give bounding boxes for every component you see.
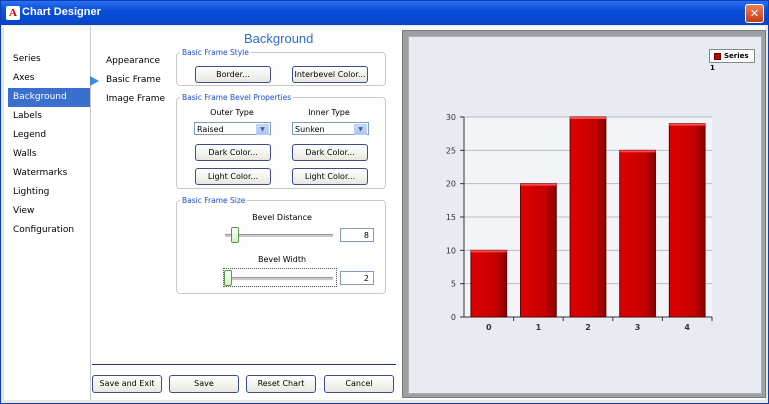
- nav-item-legend[interactable]: Legend: [8, 126, 90, 145]
- y-tick-label: 15: [446, 213, 456, 222]
- subnav: Appearance Basic Frame Image Frame: [90, 52, 174, 109]
- chart-preview-frame: Series 1 0 5 10 15 20 25 30 0 1 2 3 4: [402, 30, 766, 398]
- x-tick-label: 3: [635, 323, 641, 332]
- frame-size-group: Basic Frame Size Bevel Distance 8 Bevel …: [176, 196, 386, 294]
- chart-designer-window: A Chart Designer ✕ Series Axes Backgroun…: [0, 0, 769, 404]
- bevel-distance-label: Bevel Distance: [252, 213, 312, 222]
- client-area: Series Axes Background Labels Legend Wal…: [4, 26, 766, 400]
- x-tick-label: 1: [536, 323, 542, 332]
- page-title: Background: [244, 31, 314, 46]
- bar-chart: 0 5 10 15 20 25 30 0 1 2 3 4: [446, 113, 713, 332]
- y-tick-label: 25: [446, 146, 456, 155]
- x-tick-label: 2: [585, 323, 591, 332]
- bevel-width-input[interactable]: 2: [340, 271, 374, 285]
- group-title: Basic Frame Bevel Properties: [182, 93, 292, 102]
- inner-type-select[interactable]: Sunken ▼: [292, 122, 369, 135]
- inner-type-value: Sunken: [295, 125, 325, 134]
- chart-preview: Series 1 0 5 10 15 20 25 30 0 1 2 3 4: [408, 36, 762, 394]
- bar: [668, 123, 706, 318]
- bar: [619, 149, 656, 318]
- window-title: Chart Designer: [22, 6, 101, 18]
- app-icon: A: [6, 6, 20, 20]
- inner-type-label: Inner Type: [308, 108, 350, 117]
- bevel-width-label: Bevel Width: [257, 255, 307, 264]
- outer-dark-color-button[interactable]: Dark Color...: [195, 144, 271, 161]
- border-button[interactable]: Border...: [195, 66, 271, 83]
- subnav-item-appearance[interactable]: Appearance: [104, 52, 174, 71]
- footer-separator: [92, 364, 396, 365]
- y-tick-label: 10: [446, 246, 456, 255]
- nav-item-watermarks[interactable]: Watermarks: [8, 164, 90, 183]
- basic-frame-style-group: Basic Frame Style Border... Interbevel C…: [176, 48, 386, 86]
- bar-highlight: [669, 123, 706, 126]
- bevel-width-track[interactable]: [225, 277, 333, 280]
- bevel-properties-group: Basic Frame Bevel Properties Outer Type …: [176, 93, 386, 189]
- nav-item-configuration[interactable]: Configuration: [8, 221, 90, 240]
- group-title: Basic Frame Style: [182, 48, 249, 57]
- nav-item-background[interactable]: Background: [8, 88, 90, 107]
- bar-highlight: [520, 183, 557, 186]
- nav-item-axes[interactable]: Axes: [8, 69, 90, 88]
- selected-arrow-icon: [90, 76, 99, 86]
- nav-item-view[interactable]: View: [8, 202, 90, 221]
- bar: [569, 116, 607, 318]
- outer-light-color-button[interactable]: Light Color...: [195, 168, 271, 185]
- nav-item-walls[interactable]: Walls: [8, 145, 90, 164]
- interbevel-color-button[interactable]: Interbevel Color...: [292, 66, 368, 83]
- nav-item-lighting[interactable]: Lighting: [8, 183, 90, 202]
- bevel-distance-track[interactable]: [225, 234, 333, 237]
- subnav-item-label: Basic Frame: [106, 75, 161, 85]
- group-title: Basic Frame Size: [182, 196, 246, 205]
- save-and-exit-button[interactable]: Save and Exit: [92, 375, 162, 393]
- chevron-down-icon[interactable]: ▼: [256, 124, 269, 135]
- y-tick-label: 5: [451, 280, 456, 289]
- nav-item-series[interactable]: Series: [8, 50, 90, 69]
- bar-highlight: [570, 117, 606, 119]
- inner-light-color-button[interactable]: Light Color...: [292, 168, 368, 185]
- y-tick-label: 20: [446, 180, 456, 189]
- close-icon: ✕: [749, 7, 760, 20]
- bar-highlight: [619, 150, 656, 153]
- bar: [520, 183, 557, 318]
- chevron-down-icon[interactable]: ▼: [354, 124, 367, 135]
- x-tick-label: 0: [486, 323, 492, 332]
- y-tick-label: 0: [451, 313, 456, 322]
- bevel-distance-input[interactable]: 8: [340, 228, 374, 242]
- outer-type-value: Raised: [197, 125, 224, 134]
- bar: [470, 249, 508, 318]
- subnav-item-image-frame[interactable]: Image Frame: [104, 90, 174, 109]
- subnav-item-basic-frame[interactable]: Basic Frame: [90, 71, 174, 90]
- outer-type-label: Outer Type: [210, 108, 254, 117]
- outer-type-select[interactable]: Raised ▼: [194, 122, 271, 135]
- nav-item-labels[interactable]: Labels: [8, 107, 90, 126]
- inner-dark-color-button[interactable]: Dark Color...: [292, 144, 368, 161]
- save-button[interactable]: Save: [169, 375, 239, 393]
- bar-highlight: [470, 250, 507, 253]
- cancel-button[interactable]: Cancel: [324, 375, 394, 393]
- close-button[interactable]: ✕: [745, 4, 764, 23]
- y-tick-label: 30: [446, 113, 456, 122]
- category-nav: Series Axes Background Labels Legend Wal…: [8, 50, 90, 240]
- x-tick-label: 4: [684, 323, 690, 332]
- bevel-distance-thumb[interactable]: [231, 227, 239, 243]
- bevel-width-thumb[interactable]: [224, 270, 232, 286]
- title-bar[interactable]: A Chart Designer ✕: [1, 1, 768, 25]
- reset-chart-button[interactable]: Reset Chart: [246, 375, 316, 393]
